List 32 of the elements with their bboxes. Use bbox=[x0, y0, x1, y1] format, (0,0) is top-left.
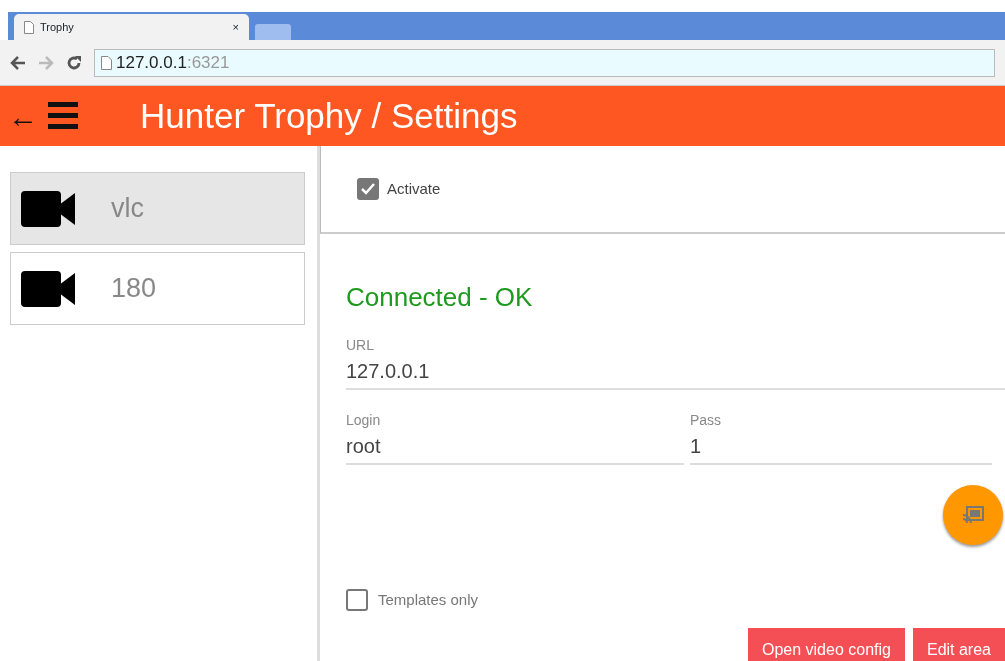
tab-title: Trophy bbox=[40, 19, 75, 35]
field-label: Login bbox=[346, 411, 382, 430]
checkbox[interactable] bbox=[357, 178, 379, 200]
field-value: 127.0.0.1 bbox=[346, 359, 431, 384]
connection-status: Connected - OK bbox=[346, 281, 534, 314]
url-text: 127.0.0.1:6321 bbox=[116, 51, 230, 74]
field-value: root bbox=[346, 434, 382, 459]
input-field[interactable]: Login root bbox=[346, 410, 684, 465]
back-button[interactable]: ← bbox=[8, 93, 38, 139]
page-title: Hunter Trophy / Settings bbox=[140, 94, 518, 137]
browser-tab[interactable]: Trophy × bbox=[14, 14, 249, 40]
close-tab-button[interactable]: × bbox=[232, 18, 239, 36]
page-icon bbox=[101, 55, 112, 70]
cast-button[interactable] bbox=[943, 485, 1003, 545]
checkbox-label: Activate bbox=[387, 178, 441, 199]
page-icon bbox=[24, 20, 34, 34]
reload-icon[interactable] bbox=[66, 54, 82, 71]
field-label: Pass bbox=[690, 411, 723, 430]
checkbox-label: Templates only bbox=[378, 590, 479, 610]
video-camera-icon bbox=[21, 190, 77, 227]
back-icon[interactable] bbox=[10, 55, 26, 70]
checkbox[interactable] bbox=[346, 589, 368, 612]
cast-icon bbox=[962, 506, 984, 524]
input-field[interactable]: Pass 1 bbox=[690, 410, 992, 465]
field-value: 1 bbox=[690, 434, 703, 459]
checkmark-icon bbox=[361, 183, 375, 195]
input-field[interactable]: URL 127.0.0.1 bbox=[346, 335, 1005, 390]
menu-icon[interactable] bbox=[48, 102, 78, 130]
camera-list-item[interactable]: 180 bbox=[10, 252, 305, 325]
field-label: URL bbox=[346, 336, 375, 355]
video-camera-icon bbox=[21, 270, 77, 307]
address-bar[interactable]: 127.0.0.1:6321 bbox=[94, 48, 995, 77]
